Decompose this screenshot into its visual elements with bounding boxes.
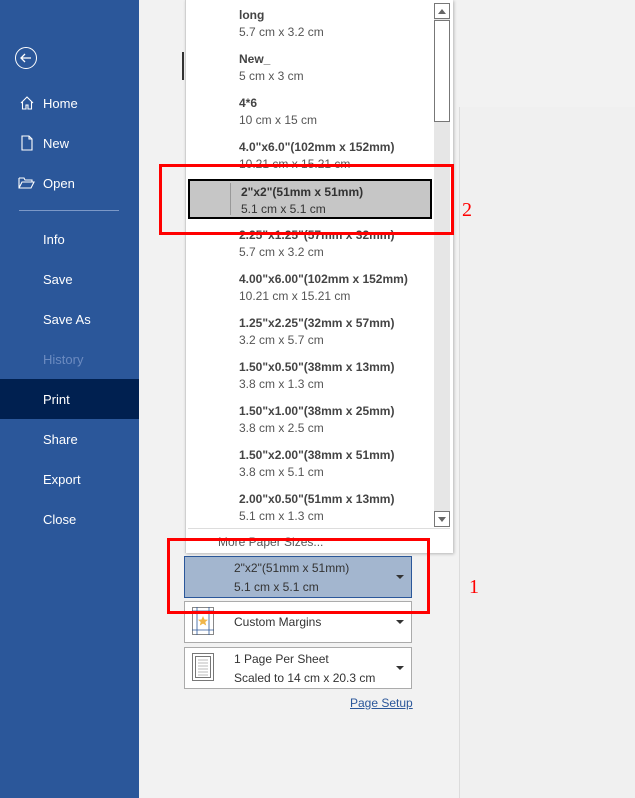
nav-open[interactable]: Open — [0, 163, 139, 203]
nav-print[interactable]: Print — [0, 379, 139, 419]
paper-option[interactable]: 1.50"x1.00"(38mm x 25mm) 3.8 cm x 2.5 cm — [186, 396, 434, 440]
paper-option[interactable]: 2.00"x0.50"(51mm x 13mm) 5.1 cm x 1.3 cm — [186, 484, 434, 528]
paper-option[interactable]: long 5.7 cm x 3.2 cm — [186, 0, 434, 44]
margins-label: Custom Margins — [234, 615, 322, 629]
nav-close-label: Close — [43, 511, 77, 527]
nav-save[interactable]: Save — [0, 259, 139, 299]
nav-save-as-label: Save As — [43, 311, 91, 327]
paper-option-size: 5.1 cm x 1.3 cm — [239, 509, 324, 523]
paper-option[interactable]: 1.50"x2.00"(38mm x 51mm) 3.8 cm x 5.1 cm — [186, 440, 434, 484]
paper-option[interactable]: 4.00"x6.00"(102mm x 152mm) 10.21 cm x 15.… — [186, 264, 434, 308]
text-cursor-mark — [182, 52, 184, 80]
nav-history-label: History — [43, 351, 84, 367]
annotation-label-1: 1 — [469, 576, 479, 598]
nav-home[interactable]: Home — [0, 83, 139, 123]
nav-share-label: Share — [43, 431, 78, 447]
scroll-down-button[interactable] — [434, 511, 450, 527]
paper-option-size: 3.8 cm x 2.5 cm — [239, 421, 324, 435]
paper-option[interactable]: 4*6 10 cm x 15 cm — [186, 88, 434, 132]
chevron-down-icon — [396, 666, 404, 670]
paper-option-name: 1.50"x1.00"(38mm x 25mm) — [239, 404, 395, 418]
paper-size-dropdown: long 5.7 cm x 3.2 cm New_ 5 cm x 3 cm 4*6 1… — [185, 0, 453, 553]
annotation-label-2: 2 — [462, 199, 472, 221]
new-document-icon — [18, 134, 36, 152]
chevron-down-icon — [396, 620, 404, 624]
nav-home-label: Home — [43, 95, 78, 111]
nav-new[interactable]: New — [0, 123, 139, 163]
nav-save-as[interactable]: Save As — [0, 299, 139, 339]
back-button[interactable] — [15, 47, 37, 69]
paper-option-size: 3.8 cm x 5.1 cm — [239, 465, 324, 479]
paper-option-name: 1.25"x2.25"(32mm x 57mm) — [239, 316, 395, 330]
back-arrow-icon — [20, 53, 31, 63]
paper-option-name: New_ — [239, 52, 271, 66]
scroll-up-button[interactable] — [434, 3, 450, 19]
annotation-box-1 — [167, 538, 430, 614]
pages-per-sheet-label: 1 Page Per Sheet — [234, 652, 329, 666]
paper-option-name: 1.50"x0.50"(38mm x 13mm) — [239, 360, 395, 374]
dropdown-scrollbar[interactable] — [434, 3, 450, 527]
pages-per-sheet-select[interactable]: 1 Page Per Sheet Scaled to 14 cm x 20.3 … — [184, 647, 412, 689]
triangle-down-icon — [438, 516, 446, 522]
paper-option[interactable]: New_ 5 cm x 3 cm — [186, 44, 434, 88]
dropdown-separator — [188, 528, 450, 529]
scale-label: Scaled to 14 cm x 20.3 cm — [234, 671, 376, 685]
nav-info-label: Info — [43, 231, 65, 247]
pages-per-sheet-icon — [192, 653, 214, 681]
paper-option-name: 4.00"x6.00"(102mm x 152mm) — [239, 272, 408, 286]
paper-option-size: 5.7 cm x 3.2 cm — [239, 245, 324, 259]
nav-export[interactable]: Export — [0, 459, 139, 499]
paper-option-name: 1.50"x2.00"(38mm x 51mm) — [239, 448, 395, 462]
paper-option-name: long — [239, 8, 265, 22]
nav-new-label: New — [43, 135, 70, 151]
paper-option-size: 5 cm x 3 cm — [239, 69, 304, 83]
page-setup-link[interactable]: Page Setup — [350, 696, 413, 710]
triangle-up-icon — [438, 8, 446, 14]
paper-option-size: 10.21 cm x 15.21 cm — [239, 289, 351, 303]
paper-option-size: 10 cm x 15 cm — [239, 113, 318, 127]
nav-info[interactable]: Info — [0, 219, 139, 259]
paper-option-size: 5.7 cm x 3.2 cm — [239, 25, 324, 39]
sidebar-divider — [19, 210, 119, 211]
paper-option-name: 2.00"x0.50"(51mm x 13mm) — [239, 492, 395, 506]
scroll-thumb[interactable] — [434, 20, 450, 122]
nav-print-label: Print — [43, 391, 70, 407]
paper-option-name: 4.0"x6.0"(102mm x 152mm) — [239, 140, 395, 154]
paper-option[interactable]: 1.50"x0.50"(38mm x 13mm) 3.8 cm x 1.3 cm — [186, 352, 434, 396]
nav-export-label: Export — [43, 471, 81, 487]
open-folder-icon — [18, 174, 36, 192]
nav-save-label: Save — [43, 271, 73, 287]
nav-open-label: Open — [43, 175, 75, 191]
paper-option[interactable]: 1.25"x2.25"(32mm x 57mm) 3.2 cm x 5.7 cm — [186, 308, 434, 352]
nav-history: History — [0, 339, 139, 379]
backstage-sidebar: Home New Open Info Save Save As History … — [0, 0, 139, 798]
paper-option-name: 4*6 — [239, 96, 258, 110]
nav-share[interactable]: Share — [0, 419, 139, 459]
paper-option-size: 3.2 cm x 5.7 cm — [239, 333, 324, 347]
pane-separator — [459, 107, 460, 798]
nav-close[interactable]: Close — [0, 499, 139, 539]
print-preview-pane — [460, 107, 635, 798]
paper-option-size: 3.8 cm x 1.3 cm — [239, 377, 324, 391]
annotation-box-2 — [159, 164, 454, 235]
home-icon — [18, 94, 36, 112]
